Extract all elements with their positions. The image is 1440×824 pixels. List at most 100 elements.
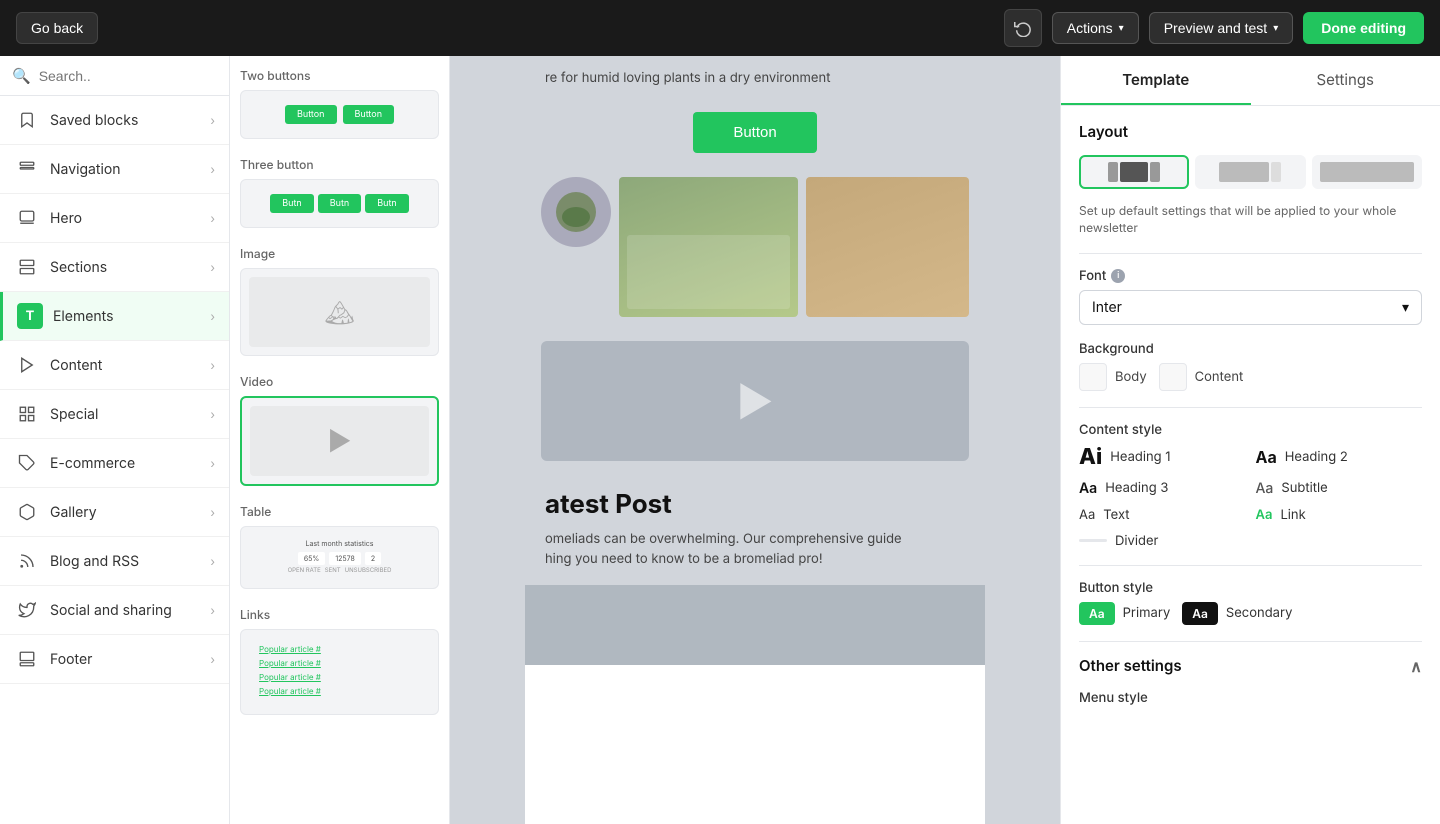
right-panel-tabs: Template Settings (1061, 56, 1440, 106)
preview-button[interactable]: Preview and test ▾ (1149, 12, 1294, 44)
cs-link[interactable]: Aa Link (1256, 507, 1423, 523)
preview-text-banner: re for humid loving plants in a dry envi… (525, 56, 985, 100)
sidebar-item-content[interactable]: Content › (0, 341, 229, 390)
content-style-grid: Ai Heading 1 Aa Heading 2 Aa Heading 3 A… (1079, 444, 1422, 549)
sidebar-item-saved-blocks[interactable]: Saved blocks › (0, 96, 229, 145)
cs-heading2[interactable]: Aa Heading 2 (1256, 444, 1423, 470)
footer-icon (14, 646, 40, 672)
block-links-thumb[interactable]: Popular article # Popular article # Popu… (240, 629, 439, 715)
layout-help-text: Set up default settings that will be app… (1079, 203, 1422, 237)
center-panel: Two buttons Button Button Three button B… (230, 56, 1060, 824)
cs-heading1[interactable]: Ai Heading 1 (1079, 444, 1246, 470)
image-placeholder-icon: 🏔 (324, 298, 354, 327)
layout-title: Layout (1079, 122, 1422, 141)
menu-style-label: Menu style (1079, 690, 1422, 706)
chevron-right-icon: › (210, 113, 215, 128)
block-video-thumb[interactable]: ▶ (240, 396, 439, 486)
block-two-buttons-thumb[interactable]: Button Button (240, 90, 439, 139)
block-image: Image 🏔 (240, 246, 439, 356)
block-table: Table Last month statistics 65% 12578 2 … (240, 504, 439, 589)
history-button[interactable] (1004, 9, 1042, 47)
main-layout: 🔍 Saved blocks › Navigation › (0, 56, 1440, 824)
layout-options (1079, 155, 1422, 189)
sidebar-item-special[interactable]: Special › (0, 390, 229, 439)
chevron-right-icon: › (210, 603, 215, 618)
preview-main-button[interactable]: Button (693, 112, 816, 153)
block-three-button-thumb[interactable]: Butn Butn Butn (240, 179, 439, 228)
block-image-thumb[interactable]: 🏔 (240, 268, 439, 356)
search-icon: 🔍 (12, 66, 31, 85)
background-content-option[interactable]: Content (1159, 363, 1244, 391)
button-style-label: Button style (1079, 580, 1422, 596)
font-select-chevron-icon: ▾ (1402, 299, 1409, 316)
background-body-option[interactable]: Body (1079, 363, 1147, 391)
other-settings-header[interactable]: Other settings ∧ (1079, 656, 1422, 676)
block-three-button: Three button Butn Butn Butn (240, 157, 439, 228)
email-preview: re for humid loving plants in a dry envi… (450, 56, 1060, 824)
sidebar-item-ecommerce[interactable]: E-commerce › (0, 439, 229, 488)
layout-option-1[interactable] (1079, 155, 1189, 189)
right-panel: Template Settings Layout Set (1060, 56, 1440, 824)
chevron-right-icon: › (210, 211, 215, 226)
cs-divider[interactable]: Divider (1079, 533, 1246, 549)
bs-primary[interactable]: Aa Primary (1079, 602, 1170, 625)
preview-latest-post: atest Post omeliads can be overwhelming.… (525, 473, 985, 585)
block-links: Links Popular article # Popular article … (240, 607, 439, 715)
blocks-panel: Two buttons Button Button Three button B… (230, 56, 450, 824)
divider (1079, 565, 1422, 566)
hero-icon (14, 205, 40, 231)
preview-content: re for humid loving plants in a dry envi… (525, 56, 985, 824)
ecommerce-icon (14, 450, 40, 476)
background-label: Background (1079, 341, 1422, 357)
gallery-icon (14, 499, 40, 525)
cs-subtitle[interactable]: Aa Subtitle (1256, 480, 1423, 497)
sidebar-search-container: 🔍 (0, 56, 229, 96)
tab-settings[interactable]: Settings (1251, 56, 1440, 105)
actions-button[interactable]: Actions ▾ (1052, 12, 1139, 44)
block-table-thumb[interactable]: Last month statistics 65% 12578 2 OPEN R… (240, 526, 439, 589)
content-color-swatch[interactable] (1159, 363, 1187, 391)
collapse-icon: ∧ (1410, 656, 1422, 676)
right-panel-content: Layout Set up default settings that will… (1061, 106, 1440, 728)
background-options: Body Content (1079, 363, 1422, 391)
preview-caret-icon: ▾ (1273, 23, 1278, 34)
video-play-icon: ▶ (328, 426, 352, 457)
tab-template[interactable]: Template (1061, 56, 1251, 105)
sidebar-item-gallery[interactable]: Gallery › (0, 488, 229, 537)
sidebar-item-social-sharing[interactable]: Social and sharing › (0, 586, 229, 635)
sidebar-item-navigation[interactable]: Navigation › (0, 145, 229, 194)
block-video: Video ▶ (240, 374, 439, 486)
done-editing-button[interactable]: Done editing (1303, 12, 1424, 44)
font-label: Font i (1079, 268, 1422, 284)
elements-icon: T (17, 303, 43, 329)
cs-text[interactable]: Aa Text (1079, 507, 1246, 523)
body-color-swatch[interactable] (1079, 363, 1107, 391)
divider (1079, 407, 1422, 408)
content-icon (14, 352, 40, 378)
preview-button-row: Button (525, 100, 985, 165)
sidebar-item-footer[interactable]: Footer › (0, 635, 229, 684)
sections-icon (14, 254, 40, 280)
layout-option-2[interactable] (1195, 155, 1305, 189)
sidebar-item-elements[interactable]: T Elements › (0, 292, 229, 341)
sidebar-item-hero[interactable]: Hero › (0, 194, 229, 243)
preview-images-row (525, 165, 985, 329)
sidebar-item-sections[interactable]: Sections › (0, 243, 229, 292)
chevron-right-icon: › (210, 456, 215, 471)
sidebar-item-blog-rss[interactable]: Blog and RSS › (0, 537, 229, 586)
navigation-icon (14, 156, 40, 182)
button-style-options: Aa Primary Aa Secondary (1079, 602, 1422, 625)
content-style-label: Content style (1079, 422, 1422, 438)
go-back-button[interactable]: Go back (16, 12, 98, 44)
search-input[interactable] (39, 68, 217, 84)
cs-heading3[interactable]: Aa Heading 3 (1079, 480, 1246, 497)
chevron-right-icon: › (210, 162, 215, 177)
topbar: Go back Actions ▾ Preview and test ▾ Don… (0, 0, 1440, 56)
sidebar: 🔍 Saved blocks › Navigation › (0, 56, 230, 824)
chevron-right-icon: › (210, 505, 215, 520)
bs-secondary[interactable]: Aa Secondary (1182, 602, 1292, 625)
layout-option-3[interactable] (1312, 155, 1422, 189)
chevron-right-icon: › (210, 309, 215, 324)
font-select[interactable]: Inter ▾ (1079, 290, 1422, 325)
chevron-right-icon: › (210, 652, 215, 667)
